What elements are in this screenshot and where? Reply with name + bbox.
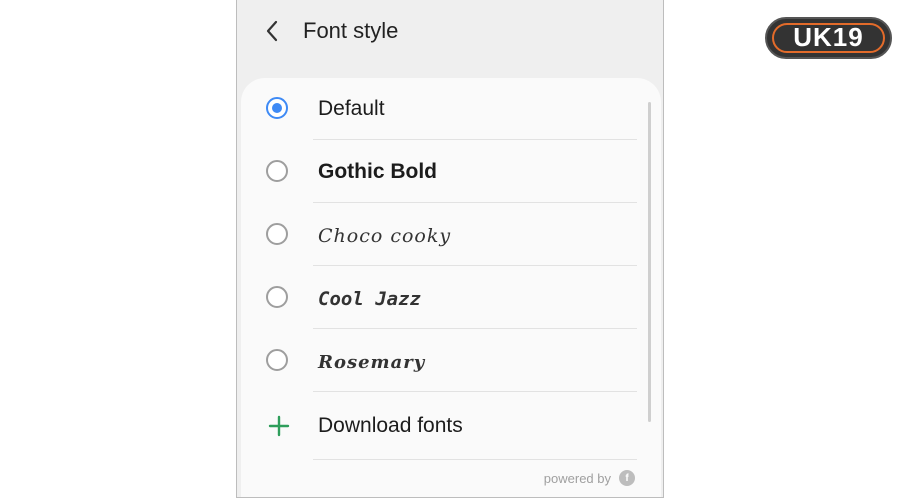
logo-text: UK19 <box>793 22 864 52</box>
font-provider-logo-icon: f <box>619 470 635 486</box>
font-option-rosemary[interactable]: Rosemary <box>241 330 661 392</box>
radio-button-choco-cooky[interactable] <box>266 223 288 245</box>
font-option-label: Cool Jazz <box>318 288 421 310</box>
plus-icon <box>268 415 290 437</box>
radio-button-default[interactable] <box>266 97 288 119</box>
divider <box>313 459 637 460</box>
download-fonts-label: Download fonts <box>318 414 463 437</box>
back-button[interactable] <box>257 16 287 46</box>
font-option-label: Default <box>318 97 385 120</box>
radio-button-cool-jazz[interactable] <box>266 286 288 308</box>
radio-button-rosemary[interactable] <box>266 349 288 371</box>
app-bar: Font style <box>237 0 663 78</box>
chevron-left-icon <box>266 20 278 42</box>
font-option-cool-jazz[interactable]: Cool Jazz <box>241 267 661 329</box>
font-option-default[interactable]: Default <box>241 78 661 140</box>
download-fonts-button[interactable]: Download fonts <box>241 398 661 460</box>
divider <box>313 139 637 140</box>
divider <box>313 265 637 266</box>
divider <box>313 202 637 203</box>
font-list-card: Default Gothic Bold Choco cooky Cool Jaz… <box>241 78 661 497</box>
font-option-label: Gothic Bold <box>318 160 437 183</box>
page-title: Font style <box>303 18 399 43</box>
powered-by: powered by f <box>544 470 635 486</box>
powered-by-text: powered by <box>543 470 611 486</box>
font-option-choco-cooky[interactable]: Choco cooky <box>241 204 661 266</box>
font-option-label: Choco cooky <box>318 225 452 247</box>
font-option-gothic-bold[interactable]: Gothic Bold <box>241 141 661 203</box>
divider <box>313 391 637 392</box>
watermark-logo: UK19 <box>765 17 892 59</box>
radio-button-gothic-bold[interactable] <box>266 160 288 182</box>
font-option-label: Rosemary <box>318 352 426 373</box>
settings-screen: Font style Default Gothic Bold Choco coo… <box>236 0 664 498</box>
divider <box>313 328 637 329</box>
